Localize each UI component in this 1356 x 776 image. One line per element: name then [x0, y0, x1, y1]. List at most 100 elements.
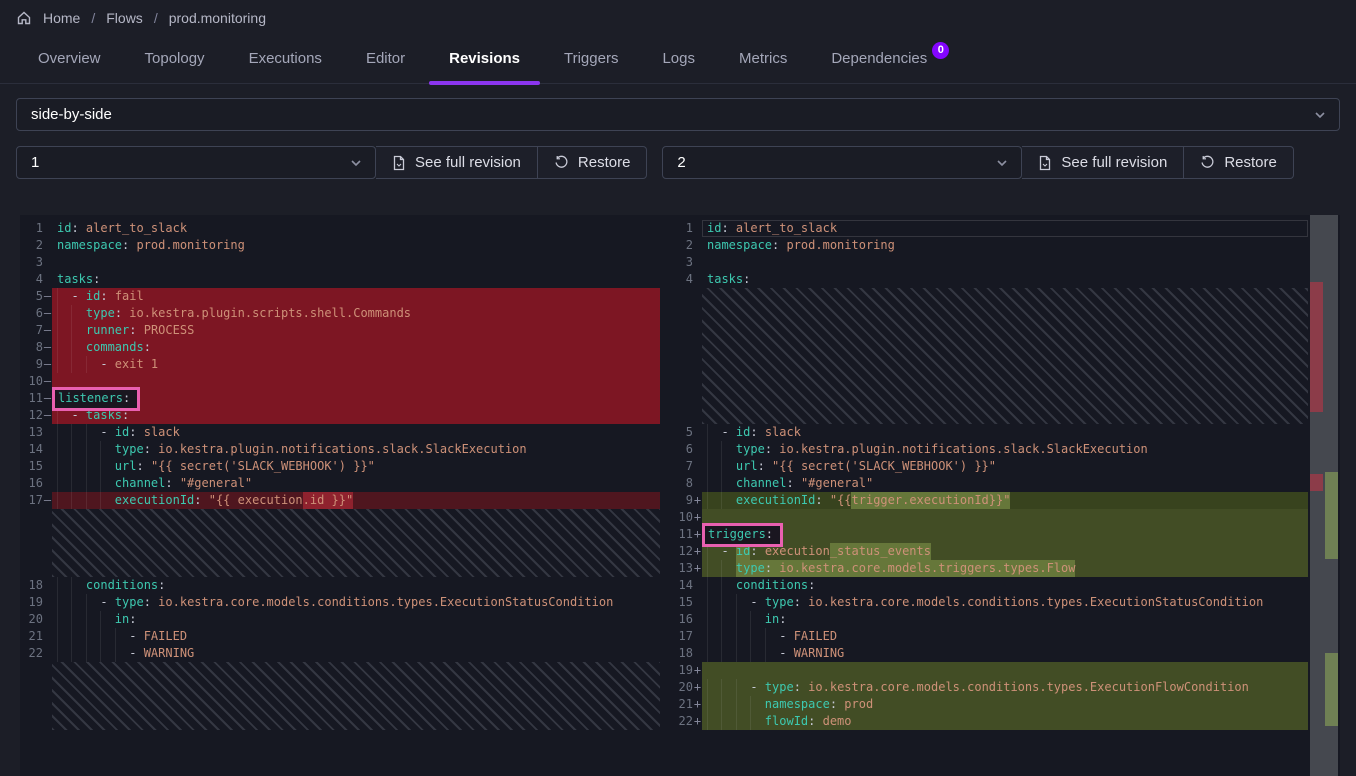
code-line-content[interactable]: triggers: [702, 526, 1308, 543]
diff-sign [693, 475, 702, 492]
diff-line: 18 - WARNING [660, 645, 1340, 662]
tab-overview[interactable]: Overview [16, 50, 123, 83]
revision-select-left[interactable]: 1 [16, 146, 376, 179]
tab-label: Topology [145, 50, 205, 67]
code-line-content[interactable]: url: "{{ secret('SLACK_WEBHOOK') }}" [702, 458, 1308, 475]
diff-line: 9– - exit 1 [20, 356, 660, 373]
diff-sign [693, 458, 702, 475]
tab-metrics[interactable]: Metrics [717, 50, 809, 83]
see-full-revision-left-button[interactable]: See full revision [376, 146, 538, 179]
code-line-content[interactable]: - WARNING [702, 645, 1308, 662]
code-text: - id: slack [707, 425, 801, 439]
diff-panel-left[interactable]: 1id: alert_to_slack2namespace: prod.moni… [20, 215, 660, 776]
code-line-content[interactable]: in: [52, 611, 660, 628]
code-line-content[interactable] [52, 373, 660, 390]
code-line-content[interactable]: - WARNING [52, 645, 660, 662]
code-line-content[interactable] [702, 662, 1308, 679]
code-line-content[interactable]: listeners: [52, 390, 660, 407]
home-icon[interactable] [16, 10, 32, 26]
tab-editor[interactable]: Editor [344, 50, 427, 83]
line-number: 3 [22, 254, 43, 271]
code-line-content[interactable]: namespace: prod [702, 696, 1308, 713]
code-line-content[interactable]: executionId: "{{ execution.id }}" [52, 492, 660, 509]
code-text: executionId: "{{ execution.id }}" [57, 493, 353, 507]
code-line-content[interactable]: - id: fail [52, 288, 660, 305]
code-line-content[interactable]: - FAILED [52, 628, 660, 645]
code-text: flowId: demo [707, 714, 852, 728]
breadcrumb-item-home[interactable]: Home [43, 10, 80, 26]
diff-line: 22+ flowId: demo [660, 713, 1340, 730]
code-line-content[interactable] [702, 509, 1308, 526]
restore-right-button[interactable]: Restore [1184, 146, 1294, 179]
code-line-content[interactable]: type: io.kestra.plugin.notifications.sla… [702, 441, 1308, 458]
code-line-content[interactable]: - type: io.kestra.core.models.conditions… [702, 594, 1308, 611]
line-number: 12 [662, 543, 693, 560]
code-line-content[interactable]: type: io.kestra.plugin.notifications.sla… [52, 441, 660, 458]
diff-line: 8 channel: "#general" [660, 475, 1340, 492]
diff-line: 1 id: alert_to_slack [20, 220, 660, 237]
code-line-content[interactable]: url: "{{ secret('SLACK_WEBHOOK') }}" [52, 458, 660, 475]
code-line-content[interactable]: runner: PROCESS [52, 322, 660, 339]
line-number: 12 [22, 407, 43, 424]
code-line-content[interactable]: tasks: [702, 271, 1308, 288]
line-number: 1 [22, 220, 43, 237]
revision-right-value: 2 [677, 154, 685, 171]
code-text: - WARNING [707, 646, 844, 660]
code-line-content[interactable]: - FAILED [702, 628, 1308, 645]
tab-triggers[interactable]: Triggers [542, 50, 640, 83]
diff-line: 17– executionId: "{{ execution.id }}" [20, 492, 660, 509]
code-line-content[interactable]: namespace: prod.monitoring [52, 237, 660, 254]
code-line-content[interactable]: - id: slack [52, 424, 660, 441]
diff-line: 15 url: "{{ secret('SLACK_WEBHOOK') }}" [20, 458, 660, 475]
ruler-addition-marker [1325, 653, 1338, 726]
restore-left-button[interactable]: Restore [538, 146, 648, 179]
code-line-content[interactable]: - exit 1 [52, 356, 660, 373]
breadcrumb-item-flows[interactable]: Flows [106, 10, 143, 26]
tab-dependencies[interactable]: Dependencies0 [809, 50, 971, 83]
diff-line: 14 conditions: [660, 577, 1340, 594]
code-line-content[interactable]: - type: io.kestra.core.models.conditions… [702, 679, 1308, 696]
code-line-content[interactable] [52, 254, 660, 271]
diff-line: 14 type: io.kestra.plugin.notifications.… [20, 441, 660, 458]
code-line-content[interactable]: - id: slack [702, 424, 1308, 441]
diff-panel-right[interactable]: 1id: alert_to_slack2namespace: prod.moni… [660, 215, 1340, 776]
tab-executions[interactable]: Executions [227, 50, 344, 83]
code-line-content[interactable]: - tasks: [52, 407, 660, 424]
code-line-content[interactable]: namespace: prod.monitoring [702, 237, 1308, 254]
tab-revisions[interactable]: Revisions [427, 50, 542, 83]
code-line-content[interactable]: flowId: demo [702, 713, 1308, 730]
tab-topology[interactable]: Topology [123, 50, 227, 83]
code-line-content[interactable]: conditions: [702, 577, 1308, 594]
diff-sign: – [43, 407, 52, 424]
code-line-content[interactable]: channel: "#general" [52, 475, 660, 492]
line-number: 18 [662, 645, 693, 662]
diff-line: 16 in: [660, 611, 1340, 628]
code-line-content[interactable]: executionId: "{{trigger.executionId}}" [702, 492, 1308, 509]
code-text: conditions: [57, 578, 165, 592]
diff-mode-select[interactable]: side-by-side [16, 98, 1340, 131]
code-line-content[interactable]: conditions: [52, 577, 660, 594]
diff-sign: – [43, 390, 52, 407]
code-line-content[interactable]: in: [702, 611, 1308, 628]
code-line-content[interactable]: tasks: [52, 271, 660, 288]
code-line-content[interactable]: id: alert_to_slack [52, 220, 660, 237]
code-text: type: io.kestra.plugin.notifications.sla… [707, 442, 1148, 456]
revision-select-right[interactable]: 2 [662, 146, 1022, 179]
code-line-content[interactable]: - id: execution_status_events [702, 543, 1308, 560]
diff-line: 6 type: io.kestra.plugin.notifications.s… [660, 441, 1340, 458]
tab-logs[interactable]: Logs [640, 50, 717, 83]
code-text: type: io.kestra.core.models.triggers.typ… [707, 561, 1075, 575]
code-line-content[interactable]: commands: [52, 339, 660, 356]
code-line-content[interactable]: - type: io.kestra.core.models.conditions… [52, 594, 660, 611]
code-line-content[interactable]: type: io.kestra.core.models.triggers.typ… [702, 560, 1308, 577]
see-full-revision-right-button[interactable]: See full revision [1022, 146, 1184, 179]
line-number: 6 [662, 441, 693, 458]
code-line-content[interactable] [702, 254, 1308, 271]
diff-line: 21 - FAILED [20, 628, 660, 645]
code-text: type: io.kestra.plugin.notifications.sla… [57, 442, 527, 456]
code-line-content[interactable]: type: io.kestra.plugin.scripts.shell.Com… [52, 305, 660, 322]
code-line-content[interactable]: id: alert_to_slack [702, 220, 1308, 237]
diff-sign [43, 577, 52, 594]
overview-ruler-scrollbar[interactable] [1310, 215, 1338, 776]
code-line-content[interactable]: channel: "#general" [702, 475, 1308, 492]
